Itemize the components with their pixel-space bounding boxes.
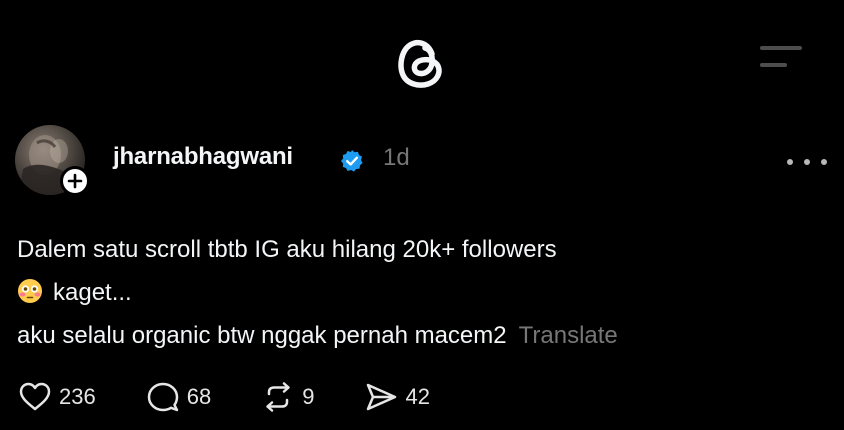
share-count: 42 [405,384,430,409]
post-text-line-1: Dalem satu scroll tbtb IG aku hilang 20k… [17,236,557,263]
heart-icon [19,382,51,411]
author-avatar-container [15,125,93,197]
post-body: Dalem satu scroll tbtb IG aku hilang 20k… [17,228,817,357]
post-text-line-3: aku selalu organic btw nggak pernah mace… [17,314,817,357]
share-button[interactable]: 42 [364,381,430,413]
comment-count: 68 [186,384,212,409]
like-count: 236 [59,384,96,409]
like-button[interactable]: 236 [18,381,96,413]
post-actions-bar: 236 68 9 42 [18,379,480,415]
repost-button[interactable]: 9 [261,381,314,413]
more-dot-icon [804,159,810,165]
more-dot-icon [787,159,793,165]
menu-bar-top [760,46,802,50]
author-username[interactable]: jharnabhagwani [113,143,293,171]
comment-bubble-icon [147,382,178,412]
flushed-face-emoji [18,279,42,303]
post-text-line-3-text: aku selalu organic btw nggak pernah mace… [17,322,507,349]
threads-logo-icon[interactable] [393,33,449,89]
repost-count: 9 [302,384,315,409]
plus-icon [67,173,83,189]
more-options-button[interactable] [787,150,827,174]
comment-button[interactable]: 68 [146,381,211,413]
share-send-icon [367,383,397,411]
follow-plus-button[interactable] [60,166,90,196]
translate-link[interactable]: Translate [519,322,618,349]
more-dot-icon [821,159,827,165]
menu-bar-bottom [760,63,787,67]
hamburger-menu-icon[interactable] [755,44,805,70]
post-text-line-2-text: kaget... [53,279,132,306]
post-text-line-2: kaget... [17,271,817,314]
post-timestamp: 1d [383,144,410,171]
repost-icon [266,382,290,412]
verified-badge-icon [340,149,364,173]
